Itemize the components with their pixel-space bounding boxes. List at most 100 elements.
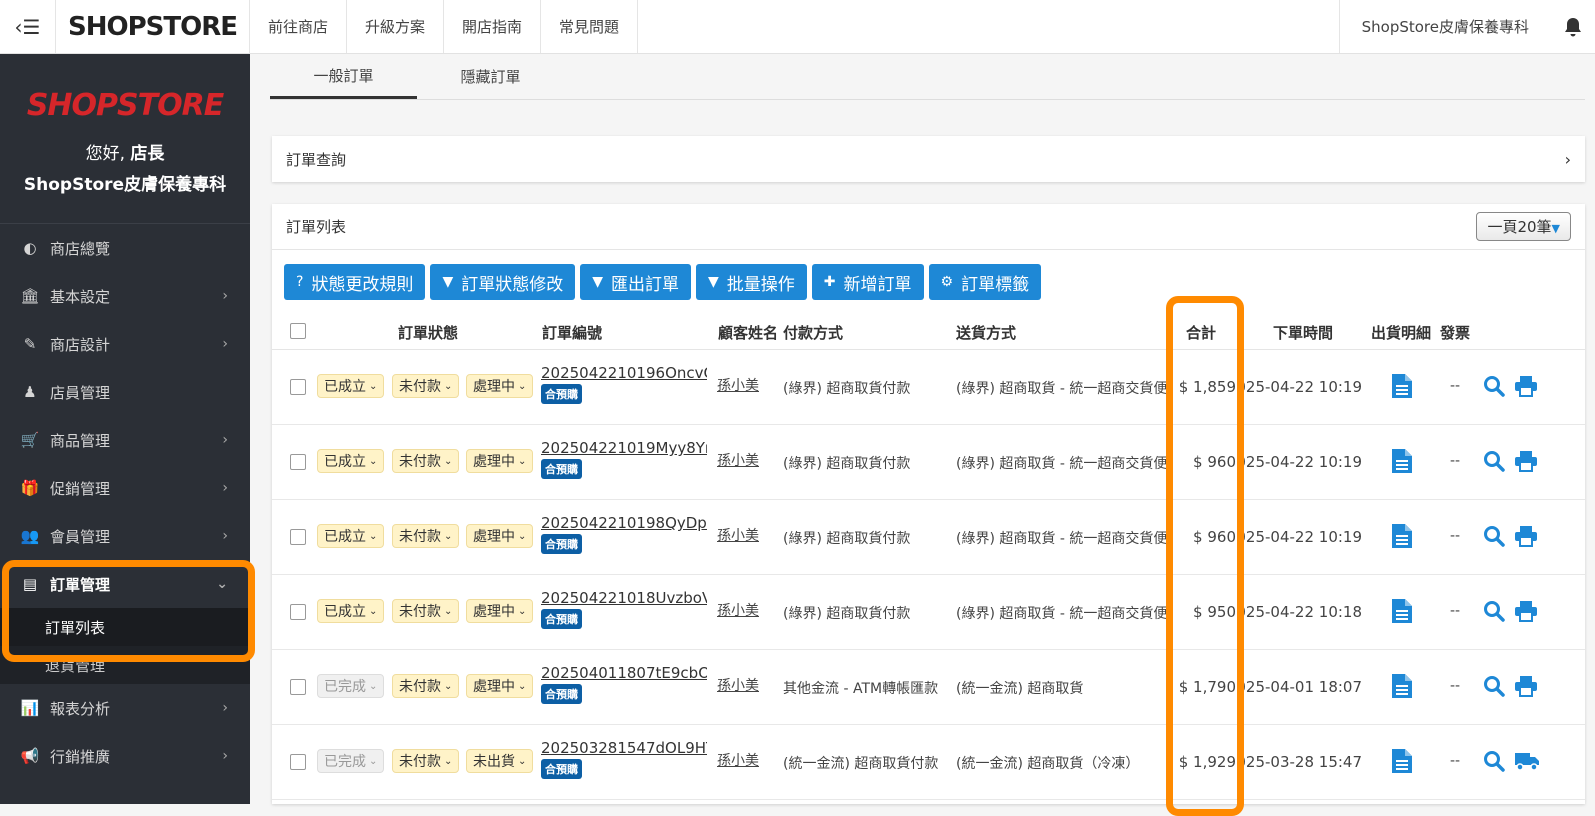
- sidebar-logo: SHOPSTORE: [26, 88, 224, 123]
- payment-status-select[interactable]: 未付款 ⌄: [392, 599, 460, 623]
- row-checkbox[interactable]: [290, 754, 306, 770]
- nav-link-store[interactable]: 前往商店: [250, 0, 348, 53]
- status-rules-button[interactable]: ? 狀態更改規則: [284, 264, 426, 300]
- file-icon[interactable]: [1392, 599, 1412, 627]
- tab-hidden-orders[interactable]: 隱藏訂單: [417, 54, 564, 99]
- user-icon: ♟: [23, 383, 37, 401]
- sidebar-item-5[interactable]: 🎁 促銷管理 ›: [0, 464, 250, 512]
- sidebar-item-1[interactable]: 🏛 基本設定 ›: [0, 272, 250, 320]
- order-number-link[interactable]: 2025042210196OncvQ: [541, 364, 707, 382]
- customer-name-link[interactable]: 孫小美: [717, 450, 759, 470]
- customer-name-link[interactable]: 孫小美: [717, 600, 759, 620]
- export-orders-button[interactable]: ▼ 匯出訂單: [580, 264, 691, 300]
- batch-actions-button[interactable]: ▼ 批量操作: [696, 264, 807, 300]
- truck-icon[interactable]: [1514, 750, 1540, 776]
- payment-status-select[interactable]: 未付款 ⌄: [392, 674, 460, 698]
- payment-status-select[interactable]: 未付款 ⌄: [392, 449, 460, 473]
- row-checkbox[interactable]: [290, 604, 306, 620]
- row-checkbox[interactable]: [290, 454, 306, 470]
- order-time: 2025-04-22 10:19: [1242, 378, 1362, 396]
- file-icon[interactable]: [1392, 524, 1412, 552]
- order-time: 2025-04-22 10:19: [1242, 528, 1362, 546]
- file-icon[interactable]: [1392, 449, 1412, 477]
- file-icon[interactable]: [1392, 674, 1412, 702]
- order-number-link[interactable]: 202504011807tE9cbO: [541, 664, 707, 682]
- row-checkbox[interactable]: [290, 379, 306, 395]
- chevron-icon: ›: [222, 336, 228, 352]
- bell-icon[interactable]: [1551, 0, 1595, 53]
- file-icon[interactable]: [1392, 749, 1412, 777]
- shop-name[interactable]: ShopStore皮膚保養專科: [1338, 0, 1551, 53]
- print-icon[interactable]: [1514, 675, 1538, 701]
- search-icon[interactable]: [1483, 450, 1505, 476]
- shipping-method: (統一金流) 超商取貨（冷凍）: [956, 756, 1140, 772]
- order-status-select[interactable]: 已成立 ⌄: [317, 449, 385, 473]
- row-checkbox[interactable]: [290, 529, 306, 545]
- sidebar-item-2[interactable]: ✎ 商店設計 ›: [0, 320, 250, 368]
- sidebar-item-3[interactable]: ♟ 店員管理: [0, 368, 250, 416]
- print-icon[interactable]: [1514, 600, 1538, 626]
- sidebar-item-4[interactable]: 🛒 商品管理 ›: [0, 416, 250, 464]
- file-icon[interactable]: [1392, 374, 1412, 402]
- search-icon[interactable]: [1483, 675, 1505, 701]
- per-page-select[interactable]: 一頁20筆▼: [1476, 212, 1571, 241]
- shipping-status-select[interactable]: 未出貨 ⌄: [466, 749, 534, 773]
- shipping-status-select[interactable]: 處理中 ⌄: [466, 524, 534, 548]
- order-tags-button[interactable]: ⚙ 訂單標籤: [928, 264, 1042, 300]
- preorder-badge: 合預購: [541, 384, 582, 404]
- bank-icon: 🏛: [20, 287, 40, 305]
- payment-status-select[interactable]: 未付款 ⌄: [392, 374, 460, 398]
- search-icon[interactable]: [1483, 600, 1505, 626]
- order-query-panel[interactable]: 訂單查詢 ›: [272, 136, 1585, 182]
- customer-name-link[interactable]: 孫小美: [717, 675, 759, 695]
- sidebar-item-6[interactable]: 👥 會員管理 ›: [0, 512, 250, 560]
- print-icon[interactable]: [1514, 525, 1538, 551]
- order-number-link[interactable]: 2025042210198QyDpn: [541, 514, 707, 532]
- sidebar-shop-name: ShopStore皮膚保養專科: [23, 175, 227, 195]
- order-status-select[interactable]: 已完成 ⌄: [317, 674, 385, 698]
- search-icon[interactable]: [1483, 375, 1505, 401]
- order-number-link[interactable]: 202503281547dOL9HT: [541, 739, 707, 757]
- sidebar-item-8[interactable]: 📊 報表分析 ›: [0, 684, 250, 732]
- invoice-value: --: [1450, 378, 1461, 394]
- status-edit-button[interactable]: ▼ 訂單狀態修改: [430, 264, 576, 300]
- add-order-button[interactable]: ✚ 新增訂單: [811, 264, 924, 300]
- payment-method: (綠界) 超商取貨付款: [783, 456, 911, 472]
- payment-status-select[interactable]: 未付款 ⌄: [392, 749, 460, 773]
- shipping-status-select[interactable]: 處理中 ⌄: [466, 374, 534, 398]
- print-icon[interactable]: [1514, 450, 1538, 476]
- shipping-method: (統一金流) 超商取貨: [956, 681, 1084, 697]
- customer-name-link[interactable]: 孫小美: [717, 750, 759, 770]
- shipping-status-select[interactable]: 處理中 ⌄: [466, 674, 534, 698]
- nav-link-upgrade[interactable]: 升級方案: [347, 0, 445, 53]
- caret-down-icon: ▼: [442, 274, 454, 290]
- invoice-value: --: [1450, 753, 1461, 769]
- chevron-down-icon: ⌄: [444, 755, 453, 767]
- customer-name-link[interactable]: 孫小美: [717, 375, 759, 395]
- search-icon[interactable]: [1483, 525, 1505, 551]
- nav-link-guide[interactable]: 開店指南: [444, 0, 542, 53]
- order-status-select[interactable]: 已成立 ⌄: [317, 524, 385, 548]
- order-status-select[interactable]: 已完成 ⌄: [317, 749, 385, 773]
- menu-toggle-button[interactable]: ‹☰: [0, 0, 56, 53]
- chevron-down-icon: ⌄: [518, 530, 527, 542]
- customer-name-link[interactable]: 孫小美: [717, 525, 759, 545]
- order-status-select[interactable]: 已成立 ⌄: [317, 374, 385, 398]
- shipping-status-select[interactable]: 處理中 ⌄: [466, 599, 534, 623]
- tab-general-orders[interactable]: 一般訂單: [270, 54, 417, 99]
- print-icon[interactable]: [1514, 375, 1538, 401]
- search-icon[interactable]: [1483, 750, 1505, 776]
- nav-link-faq[interactable]: 常見問題: [541, 0, 639, 53]
- order-status-select[interactable]: 已成立 ⌄: [317, 599, 385, 623]
- sidebar-item-0[interactable]: ◐ 商店總覽: [0, 224, 250, 272]
- select-all-checkbox[interactable]: [290, 323, 306, 339]
- order-number-link[interactable]: 202504221018UvzboV: [541, 589, 707, 607]
- highlight-order-menu: [2, 560, 255, 662]
- logo[interactable]: SHOPSTORE: [56, 0, 250, 53]
- shipping-status-select[interactable]: 處理中 ⌄: [466, 449, 534, 473]
- sidebar-item-9[interactable]: 📢 行銷推廣 ›: [0, 732, 250, 780]
- payment-status-select[interactable]: 未付款 ⌄: [392, 524, 460, 548]
- order-number-link[interactable]: 202504221019Myy8Ym: [541, 439, 707, 457]
- sidebar-item-label: 店員管理: [50, 383, 111, 402]
- row-checkbox[interactable]: [290, 679, 306, 695]
